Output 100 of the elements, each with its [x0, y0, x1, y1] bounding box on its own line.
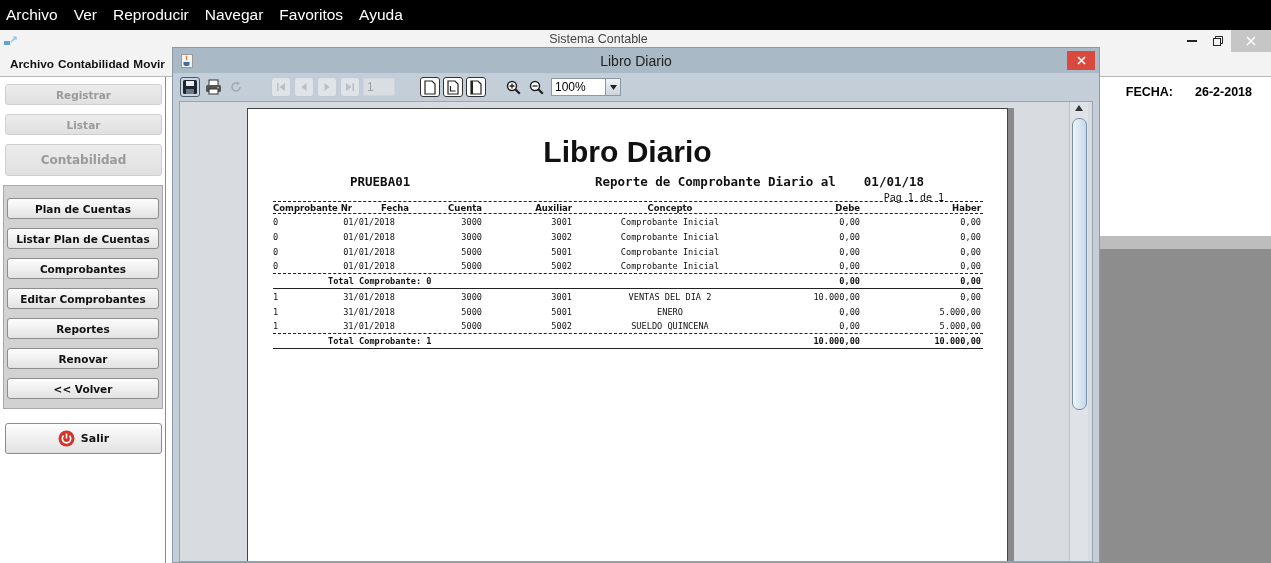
table-cell-text: 10.000,00	[812, 291, 860, 302]
zoom-dropdown[interactable]: 100%	[551, 78, 621, 96]
table-cell-text: 0,00	[959, 246, 982, 257]
table-cell-text: 5.000,00	[938, 306, 982, 317]
table-cell-text: 1	[273, 291, 280, 302]
sidebar-button[interactable]: Reportes	[7, 318, 159, 339]
fit-page-button[interactable]	[443, 77, 463, 97]
table-cell-text: 5.000,00	[938, 321, 982, 331]
close-icon	[1076, 56, 1086, 65]
table-cell-text: 0	[273, 261, 280, 271]
table-cell-text: 5000	[460, 306, 483, 317]
table-cell-text: 5000	[460, 261, 483, 271]
actual-size-button[interactable]	[420, 77, 440, 97]
table-cell-text: 5001	[550, 246, 573, 257]
table-cell-text: SUELDO QUINCENA	[630, 321, 710, 331]
table-cell-text: 1	[273, 321, 280, 331]
table-cell-text: Comprobante Inicial	[619, 261, 721, 271]
first-page-icon	[276, 82, 286, 92]
date-value: 26-2-2018	[1195, 85, 1252, 100]
power-icon	[57, 430, 75, 447]
table-cell-text: 5002	[550, 321, 573, 331]
table-cell-text: 01/01/2018	[342, 216, 396, 227]
zoom-out-icon	[528, 79, 544, 95]
sidebar-button[interactable]: Plan de Cuentas	[7, 198, 159, 219]
fit-width-button[interactable]	[466, 77, 486, 97]
table-cell-text: 01/01/2018	[342, 261, 396, 271]
table-cell-text: 5001	[550, 306, 573, 317]
table-cell-text: 3000	[460, 216, 483, 227]
report-title: Libro Diario	[543, 135, 712, 169]
table-cell-text: 01/01/2018	[342, 246, 396, 257]
column-header: Fecha	[379, 202, 410, 213]
table-cell-text: 3002	[550, 231, 573, 242]
table-cell-text: 5000	[460, 321, 483, 331]
menu-item[interactable]: Archivo	[10, 57, 54, 71]
close-icon	[1246, 36, 1256, 46]
save-button[interactable]	[180, 77, 200, 97]
close-button[interactable]	[1067, 51, 1095, 70]
zoom-in-icon	[505, 79, 521, 95]
table-cell-text: 31/01/2018	[342, 306, 396, 317]
fit-width-icon	[470, 79, 482, 95]
menu-item[interactable]: Movir	[133, 57, 165, 71]
column-header: Cuenta	[447, 202, 483, 213]
table-cell-text: 0,00	[959, 291, 982, 302]
cup-icon	[181, 53, 193, 68]
table-cell-text: 5002	[550, 261, 573, 271]
company-name: PRUEBA01	[350, 174, 412, 190]
scrollbar[interactable]	[1069, 102, 1088, 561]
table-cell-text: 0	[273, 246, 280, 257]
column-header: Haber	[951, 202, 982, 213]
menu-item[interactable]: Archivo	[6, 6, 58, 24]
total-cell-text: 0,00	[959, 276, 982, 286]
menu-item[interactable]: Ver	[73, 6, 97, 24]
report-subtitle: Reporte de Comprobante Diario al	[595, 174, 836, 190]
reload-icon	[229, 80, 243, 94]
app-icon	[4, 36, 18, 46]
minimize-icon	[1187, 40, 1197, 42]
table-cell-text: 0,00	[838, 321, 860, 331]
column-header: Concepto	[646, 202, 694, 213]
table-cell-text: 3000	[460, 291, 483, 302]
table-cell-text: VENTAS DEL DIA 2	[627, 291, 713, 302]
window-title: Sistema Contable	[548, 31, 649, 46]
total-label: Total Comprobante: 1	[328, 336, 433, 346]
total-label: Total Comprobante: 0	[328, 276, 433, 286]
dialog-title: Libro Diario	[600, 52, 672, 69]
table-cell-text: Comprobante Inicial	[619, 231, 721, 242]
menu-item[interactable]: Contabilidad	[57, 57, 130, 71]
table-cell-text: 5000	[460, 246, 483, 257]
table-cell-text: 0,00	[838, 306, 860, 317]
sidebar-button[interactable]: Listar Plan de Cuentas	[7, 228, 159, 249]
total-cell-text: 10.000,00	[933, 336, 982, 346]
save-icon	[182, 79, 198, 95]
menu-item[interactable]: Reproducir	[112, 6, 189, 24]
scroll-up-icon	[1075, 105, 1083, 111]
table-cell-text: 0,00	[838, 246, 860, 257]
column-header: Debe	[834, 202, 860, 213]
menu-item[interactable]: Navegar	[204, 6, 264, 24]
table-cell-text: 3001	[550, 291, 573, 302]
date-label: FECHA:	[1125, 85, 1173, 100]
sidebar-button[interactable]: Comprobantes	[7, 258, 159, 279]
sidebar-button[interactable]: Editar Comprobantes	[7, 288, 159, 309]
total-cell-text: 10.000,00	[812, 336, 860, 346]
exit-button[interactable]: Salir	[5, 423, 162, 454]
menu-item[interactable]: Favoritos	[279, 6, 344, 24]
caret-icon	[609, 84, 617, 90]
table-cell-text: 0	[273, 231, 280, 242]
print-button[interactable]	[203, 77, 223, 97]
report-date: 01/01/18	[863, 174, 925, 190]
table-cell-text: Comprobante Inicial	[619, 216, 721, 227]
column-header: Auxiliar	[534, 202, 573, 213]
table-cell-text: 0,00	[838, 216, 860, 227]
sidebar-button[interactable]: << Volver	[7, 378, 159, 399]
table-cell-text: 31/01/2018	[342, 321, 396, 331]
column-header: Comprobante Nr	[273, 202, 353, 213]
page-label: Pag 1 de 1	[883, 192, 944, 203]
sidebar-button[interactable]: Renovar	[7, 348, 159, 369]
menu-item[interactable]: Ayuda	[359, 6, 403, 24]
table-cell-text: ENERO	[656, 306, 684, 317]
page-icon	[424, 79, 436, 95]
table-cell-text: Comprobante Inicial	[619, 246, 721, 257]
previous-page-icon	[299, 82, 309, 92]
